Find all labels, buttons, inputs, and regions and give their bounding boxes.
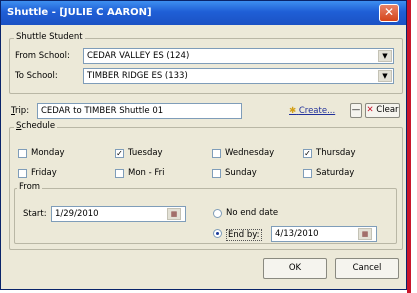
- clear-label: Clear: [376, 105, 399, 115]
- close-icon[interactable]: ✕: [379, 4, 399, 22]
- monday-label: Monday: [31, 148, 65, 158]
- trip-label: Trip:: [11, 106, 30, 116]
- tuesday-checkbox[interactable]: ✓: [115, 149, 124, 158]
- no-end-date-label: No end date: [226, 208, 279, 218]
- window-title: Shuttle - [JULIE C AARON]: [7, 7, 152, 18]
- shuttle-student-group: Shuttle Student: [9, 32, 403, 94]
- side-accent-bar: [407, 0, 411, 293]
- star-icon: ✱: [289, 106, 297, 116]
- to-school-value: TIMBER RIDGE ES (133): [87, 71, 188, 81]
- end-by-date-field[interactable]: 4/13/2010 ▦: [271, 226, 377, 242]
- start-label: Start:: [23, 209, 47, 219]
- chevron-down-icon[interactable]: ▼: [378, 50, 392, 62]
- schedule-legend: Schedule: [14, 121, 58, 131]
- close-x-icon: ✕: [366, 105, 374, 115]
- trip-value: CEDAR to TIMBER Shuttle 01: [41, 106, 164, 116]
- create-trip-label: Create...: [298, 106, 336, 116]
- create-trip-link[interactable]: ✱ Create...: [289, 106, 335, 116]
- from-legend: From: [17, 182, 43, 192]
- no-end-date-radio[interactable]: [213, 209, 222, 218]
- end-by-label: End by:: [226, 229, 262, 241]
- saturday-label: Saturday: [316, 168, 355, 178]
- start-date-value: 1/29/2010: [55, 209, 99, 219]
- sunday-label: Sunday: [225, 168, 257, 178]
- wednesday-label: Wednesday: [225, 148, 275, 158]
- trip-field[interactable]: CEDAR to TIMBER Shuttle 01: [37, 103, 242, 119]
- cancel-button[interactable]: Cancel: [335, 258, 399, 279]
- from-school-select[interactable]: CEDAR VALLEY ES (124) ▼: [83, 48, 394, 64]
- tuesday-label: Tuesday: [128, 148, 163, 158]
- saturday-checkbox[interactable]: [303, 169, 312, 178]
- end-by-radio[interactable]: [213, 229, 222, 238]
- mon-fri-label: Mon - Fri: [128, 168, 165, 178]
- start-date-field[interactable]: 1/29/2010 ▦: [51, 206, 186, 222]
- clear-trip-button[interactable]: ✕ Clear: [365, 103, 400, 118]
- trip-dash-button[interactable]: —: [350, 103, 362, 118]
- friday-label: Friday: [31, 168, 57, 178]
- thursday-checkbox[interactable]: ✓: [303, 149, 312, 158]
- end-by-date-value: 4/13/2010: [275, 229, 319, 239]
- calendar-icon[interactable]: ▦: [358, 228, 372, 240]
- to-school-select[interactable]: TIMBER RIDGE ES (133) ▼: [83, 68, 394, 84]
- monday-checkbox[interactable]: [18, 149, 27, 158]
- title-bar[interactable]: Shuttle - [JULIE C AARON] ✕: [1, 1, 406, 25]
- sunday-checkbox[interactable]: [212, 169, 221, 178]
- ok-button[interactable]: OK: [263, 258, 327, 279]
- shuttle-dialog: Shuttle - [JULIE C AARON] ✕ Shuttle Stud…: [0, 0, 407, 290]
- to-school-label: To School:: [15, 71, 58, 81]
- chevron-down-icon[interactable]: ▼: [378, 70, 392, 82]
- friday-checkbox[interactable]: [18, 169, 27, 178]
- shuttle-student-legend: Shuttle Student: [14, 32, 85, 42]
- mon-fri-checkbox[interactable]: [115, 169, 124, 178]
- thursday-label: Thursday: [316, 148, 356, 158]
- from-school-label: From School:: [15, 51, 70, 61]
- calendar-icon[interactable]: ▦: [167, 208, 181, 220]
- wednesday-checkbox[interactable]: [212, 149, 221, 158]
- from-school-value: CEDAR VALLEY ES (124): [87, 51, 190, 61]
